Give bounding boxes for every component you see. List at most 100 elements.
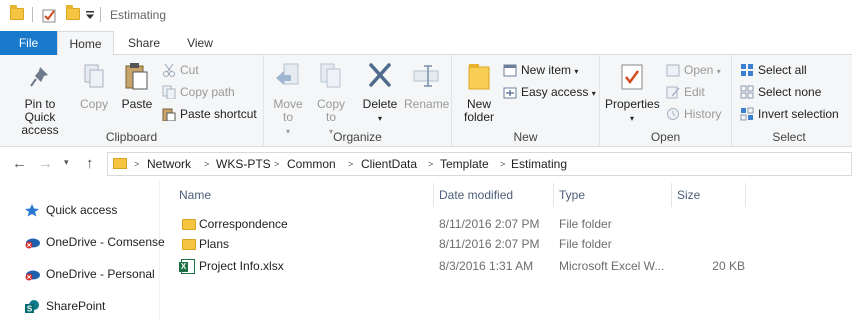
cut-button[interactable]: Cut (162, 60, 199, 80)
recent-locations-chevron-icon[interactable]: ▾ (64, 157, 69, 168)
history-button[interactable]: History (666, 104, 721, 124)
file-name: Project Info.xlsx (199, 259, 284, 273)
rename-label: Rename (404, 97, 450, 111)
forward-arrow-icon[interactable]: → (38, 155, 53, 172)
breadcrumb-separator-icon[interactable]: > (274, 153, 279, 175)
paste-shortcut-icon (162, 108, 176, 121)
tab-share[interactable]: Share (120, 31, 168, 55)
open-group: Properties ▾ Open ▾ Edit History Open (600, 55, 732, 147)
toolbar-divider (32, 7, 33, 22)
sharepoint-icon: S (25, 300, 39, 313)
breadcrumb-separator-icon[interactable]: > (204, 153, 209, 175)
edit-label: Edit (684, 85, 705, 99)
breadcrumb-common[interactable]: Common (287, 153, 336, 175)
paste-shortcut-button[interactable]: Paste shortcut (162, 104, 257, 124)
new-group: New folder New item ▾ Easy access ▾ New (452, 55, 600, 147)
breadcrumb-separator-icon[interactable]: > (348, 153, 353, 175)
move-to-button[interactable]: Move to ▾ (268, 61, 308, 138)
file-list: Name Date modified Type Size Corresponde… (160, 181, 852, 319)
open-group-label: Open (650, 130, 681, 144)
navigation-pane: Quick access OneDrive - Comsense OneDriv… (0, 181, 165, 319)
new-item-button[interactable]: New item ▾ (503, 60, 578, 80)
properties-button[interactable]: Properties ▾ (605, 61, 660, 125)
nav-item-label: SharePoint (46, 299, 106, 313)
tab-home[interactable]: Home (57, 31, 114, 56)
move-to-label: Move to (273, 97, 303, 124)
cut-label: Cut (180, 63, 199, 77)
paste-button[interactable]: Paste (118, 61, 156, 111)
rename-button[interactable]: Rename (404, 61, 450, 111)
back-arrow-icon[interactable]: ← (12, 155, 27, 172)
copy-to-button[interactable]: Copy to ▾ (312, 61, 350, 138)
pin-to-quick-access-button[interactable]: Pin to Quick access (4, 61, 76, 137)
select-group: Select all Select none Invert selection … (732, 55, 846, 147)
copy-path-button[interactable]: Copy path (162, 82, 235, 102)
copy-label: Copy (79, 97, 108, 111)
file-date: 8/3/2016 1:31 AM (439, 259, 534, 273)
file-row-correspondence[interactable]: Correspondence 8/11/2016 2:07 PM File fo… (175, 214, 775, 234)
delete-label: Delete (362, 97, 398, 111)
excel-file-icon (179, 259, 195, 274)
breadcrumb-wks-pts[interactable]: WKS-PTS (216, 153, 271, 175)
file-type: File folder (559, 237, 612, 251)
breadcrumb-clientdata[interactable]: ClientData (361, 153, 417, 175)
organize-group-label: Organize (333, 130, 382, 144)
file-row-project-info[interactable]: Project Info.xlsx 8/3/2016 1:31 AM Micro… (175, 256, 775, 276)
title-bar: Estimating (0, 0, 852, 31)
new-folder-button[interactable]: New folder (460, 61, 498, 124)
column-header-name[interactable]: Name (174, 183, 434, 207)
file-name: Plans (199, 237, 230, 251)
file-size: 20 KB (712, 259, 745, 273)
breadcrumb-separator-icon[interactable]: > (134, 153, 139, 175)
nav-item-onedrive-comsense[interactable]: OneDrive - Comsense (22, 231, 165, 253)
copy-button[interactable]: Copy (76, 61, 112, 111)
easy-access-button[interactable]: Easy access ▾ (503, 82, 596, 102)
copy-icon (84, 64, 104, 88)
edit-button[interactable]: Edit (666, 82, 705, 102)
column-header-size[interactable]: Size (672, 183, 746, 207)
folder-icon (182, 219, 196, 230)
invert-selection-button[interactable]: Invert selection (740, 104, 839, 124)
folder-icon (182, 239, 196, 250)
breadcrumb-separator-icon[interactable]: > (428, 153, 433, 175)
chevron-down-icon: ▾ (377, 114, 382, 123)
breadcrumb-template[interactable]: Template (440, 153, 489, 175)
tab-view[interactable]: View (176, 31, 224, 55)
file-type: Microsoft Excel W... (559, 259, 665, 273)
nav-item-onedrive-personal[interactable]: OneDrive - Personal (22, 263, 155, 285)
open-button[interactable]: Open ▾ (666, 60, 721, 80)
folder-location-icon (113, 158, 127, 169)
column-header-type[interactable]: Type (554, 183, 672, 207)
address-bar[interactable]: > Network > WKS-PTS > Common > ClientDat… (107, 152, 852, 176)
invert-selection-label: Invert selection (758, 107, 839, 121)
delete-button[interactable]: Delete ▾ (360, 61, 400, 125)
new-folder-icon (468, 64, 490, 90)
customize-qat-dropdown-icon[interactable] (86, 11, 95, 20)
breadcrumb-separator-icon[interactable]: > (500, 153, 505, 175)
copy-path-label: Copy path (180, 85, 235, 99)
file-row-plans[interactable]: Plans 8/11/2016 2:07 PM File folder (175, 234, 775, 254)
new-folder-label: New folder (463, 97, 495, 124)
file-size (677, 214, 745, 234)
navigation-bar: ← → ▾ ↑ > Network > WKS-PTS > Common > C… (0, 147, 852, 181)
up-arrow-icon[interactable]: ↑ (86, 155, 94, 172)
new-folder-qat-icon[interactable] (66, 5, 80, 20)
select-all-button[interactable]: Select all (740, 60, 807, 80)
breadcrumb-estimating[interactable]: Estimating (511, 153, 567, 175)
window-title: Estimating (110, 8, 167, 22)
delete-x-icon (369, 63, 391, 87)
column-header-date-modified[interactable]: Date modified (434, 183, 554, 207)
select-none-button[interactable]: Select none (740, 82, 821, 102)
scissors-icon (163, 63, 175, 77)
properties-label: Properties (605, 97, 660, 111)
properties-qat-icon[interactable] (42, 7, 57, 23)
nav-item-quick-access[interactable]: Quick access (22, 199, 117, 221)
breadcrumb-network[interactable]: Network (147, 153, 191, 175)
toolbar-divider (100, 7, 101, 22)
invert-selection-icon (740, 107, 754, 121)
nav-item-sharepoint[interactable]: S SharePoint (22, 295, 105, 317)
file-date: 8/11/2016 2:07 PM (439, 217, 540, 231)
copy-path-icon (162, 85, 176, 99)
ribbon: Pin to Quick access Copy Paste Cut Copy … (0, 55, 852, 147)
tab-file[interactable]: File (0, 31, 57, 55)
